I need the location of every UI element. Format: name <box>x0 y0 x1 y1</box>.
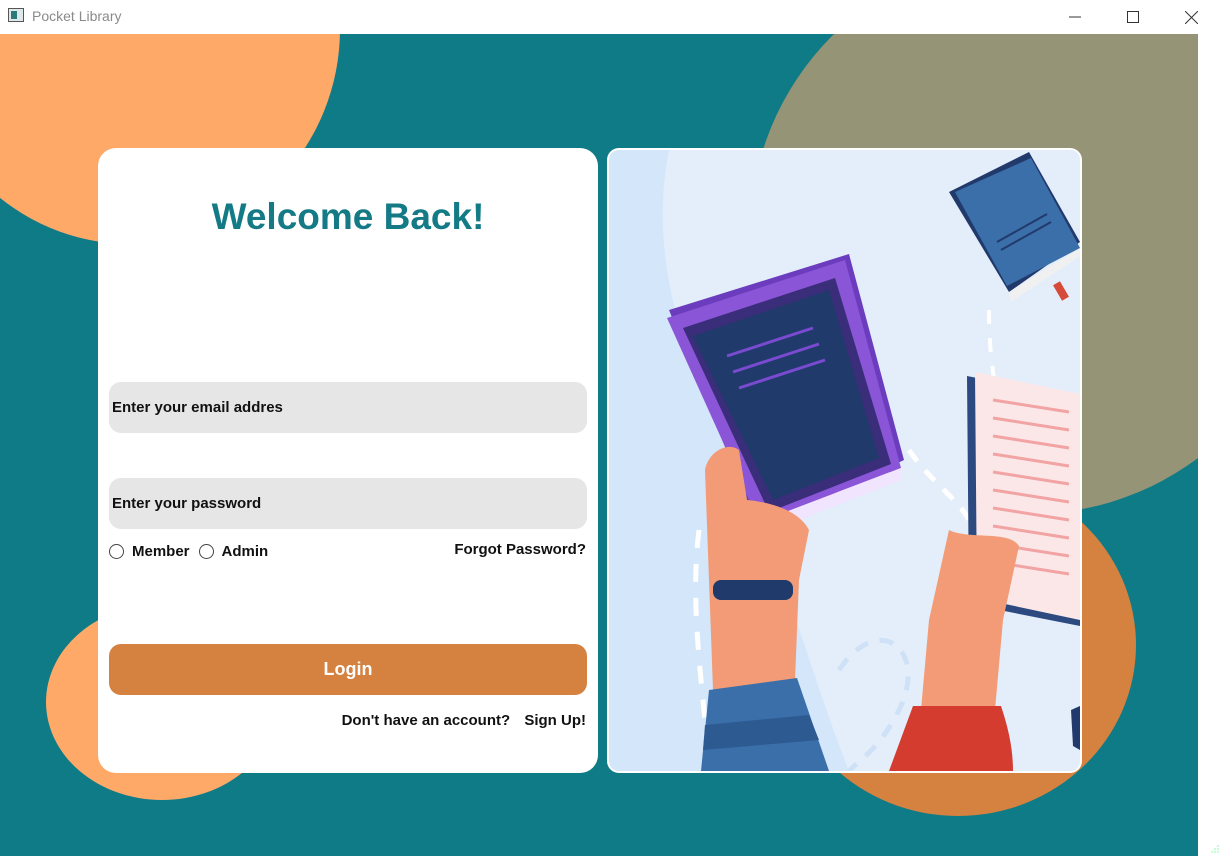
signup-prompt: Don't have an account? Sign Up! <box>342 712 586 729</box>
books-illustration <box>607 148 1082 773</box>
minimize-button[interactable] <box>1046 0 1104 34</box>
maximize-icon <box>1127 11 1139 23</box>
admin-label: Admin <box>221 542 269 560</box>
admin-radio[interactable] <box>198 543 214 559</box>
resize-grip-icon[interactable] <box>1210 844 1220 854</box>
window-edge <box>1198 34 1222 856</box>
signup-link[interactable]: Sign Up! <box>524 712 586 729</box>
login-card: Welcome Back! Member Admin Forgot Passwo… <box>98 148 598 773</box>
role-selector: Member Admin <box>109 541 268 561</box>
close-icon <box>1184 10 1198 24</box>
email-field[interactable] <box>109 382 587 433</box>
app-icon <box>8 8 24 22</box>
hands-holding-books-illustration <box>662 150 1080 771</box>
password-field[interactable] <box>109 478 587 529</box>
login-button[interactable]: Login <box>109 644 587 695</box>
welcome-heading: Welcome Back! <box>211 196 485 237</box>
no-account-text: Don't have an account? <box>341 712 511 729</box>
close-button[interactable] <box>1162 0 1220 34</box>
maximize-button[interactable] <box>1104 0 1162 34</box>
minimize-icon <box>1069 16 1081 18</box>
forgot-password-link[interactable]: Forgot Password? <box>454 541 586 558</box>
member-radio[interactable] <box>109 543 124 559</box>
member-label: Member <box>132 542 190 560</box>
window-title: Pocket Library <box>32 8 122 24</box>
title-bar: Pocket Library <box>0 0 1222 34</box>
